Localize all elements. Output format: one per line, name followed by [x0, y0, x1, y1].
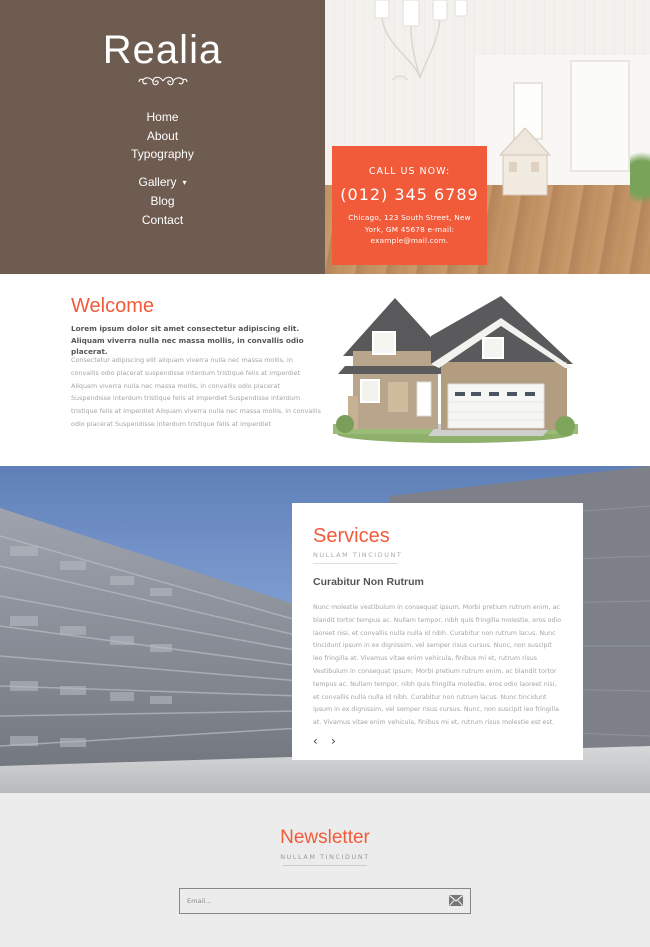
services-subtitle: NULLAM TINCIDUNT	[313, 551, 403, 559]
chevron-down-icon: ▾	[182, 177, 187, 187]
welcome-title: Welcome	[71, 295, 154, 317]
welcome-lead: Lorem ipsum dolor sit amet consectetur a…	[71, 324, 304, 356]
hero-section: Realia Home About Typography Gallery ▾ Bl…	[0, 0, 650, 274]
call-box: CALL US NOW: (012) 345 6789 Chicago, 123…	[332, 146, 487, 265]
dollhouse	[498, 127, 552, 196]
prev-arrow-icon[interactable]: ‹	[313, 734, 331, 748]
call-phone[interactable]: (012) 345 6789	[332, 185, 487, 204]
call-title: CALL US NOW:	[368, 166, 451, 177]
nav-contact[interactable]: Contact	[0, 211, 325, 230]
room-window	[570, 60, 630, 172]
services-section: Services NULLAM TINCIDUNT Curabitur Non …	[0, 466, 650, 793]
welcome-body: Consectetur adipiscing elit aliquam vive…	[71, 356, 321, 428]
services-divider	[313, 563, 398, 564]
house-image	[333, 296, 578, 443]
nav-blog[interactable]: Blog	[0, 192, 325, 211]
swirl-ornament-icon	[137, 76, 188, 86]
services-card: Services NULLAM TINCIDUNT Curabitur Non …	[292, 503, 583, 760]
newsletter-title: Newsletter	[280, 827, 370, 848]
nav-gallery-label: Gallery	[138, 174, 177, 189]
newsletter-divider	[283, 865, 367, 866]
main-nav: Home About Typography Gallery ▾ Blog Cont…	[0, 108, 325, 229]
services-title: Services	[313, 525, 390, 547]
slider-controls: ‹ ›	[313, 734, 349, 748]
nav-typography[interactable]: Typography	[0, 145, 325, 164]
plant	[630, 150, 650, 220]
nav-about[interactable]: About	[0, 127, 325, 146]
newsletter-section: Newsletter NULLAM TINCIDUNT	[0, 793, 650, 947]
sidebar: Realia Home About Typography Gallery ▾ Bl…	[0, 0, 325, 274]
nav-gallery[interactable]: Gallery ▾	[0, 173, 325, 193]
services-heading: Curabitur Non Rutrum	[313, 576, 424, 588]
envelope-icon[interactable]	[449, 895, 463, 906]
logo[interactable]: Realia	[0, 30, 325, 88]
email-input[interactable]	[187, 893, 437, 909]
newsletter-form	[179, 888, 471, 914]
newsletter-subtitle: NULLAM TINCIDUNT	[280, 853, 370, 861]
nav-home[interactable]: Home	[0, 108, 325, 127]
chandelier	[374, 0, 468, 80]
call-address: Chicago, 123 South Street, New York, GM …	[348, 213, 471, 245]
services-body: Nunc molestie vestibulum in consequat ip…	[313, 604, 562, 727]
welcome-section: Welcome Lorem ipsum dolor sit amet conse…	[0, 274, 650, 466]
logo-text: Realia	[102, 28, 223, 72]
next-arrow-icon[interactable]: ›	[331, 734, 349, 748]
